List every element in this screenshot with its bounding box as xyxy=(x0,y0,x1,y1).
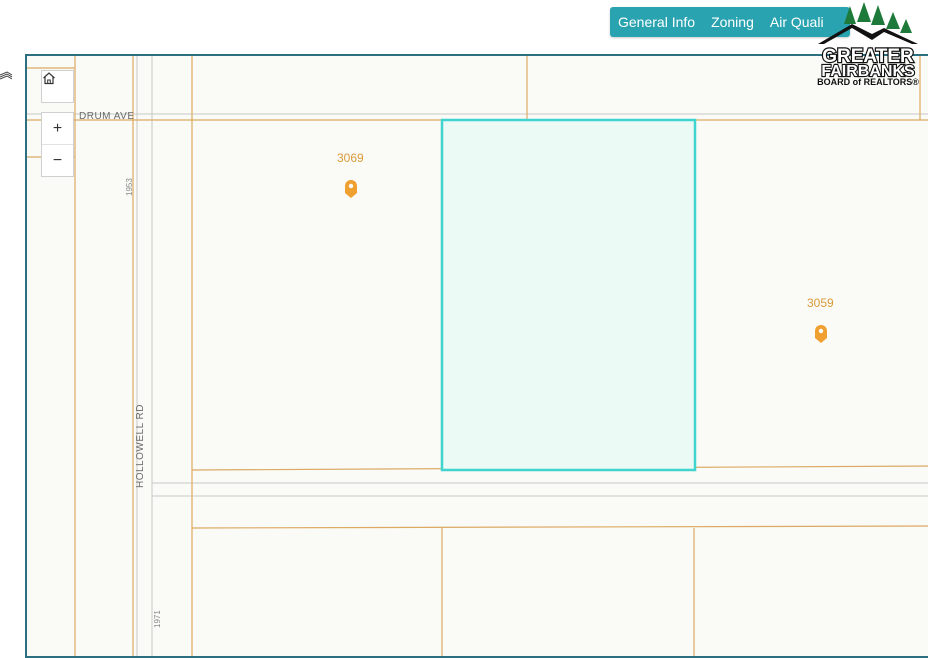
map-pin-icon[interactable] xyxy=(815,325,827,343)
zoom-control: + − xyxy=(41,112,74,177)
lot-label-3059: 3059 xyxy=(807,296,834,310)
parcel-map[interactable]: 3069 3059 DRUM AVE HOLLOWELL RD 1953 197… xyxy=(25,54,928,658)
street-label-drum-ave: DRUM AVE xyxy=(79,111,135,122)
parcel-lines xyxy=(27,56,928,656)
layers-icon[interactable] xyxy=(0,70,12,84)
zoom-in-button[interactable]: + xyxy=(42,113,73,144)
map-pin-icon[interactable] xyxy=(345,180,357,198)
zoom-out-button[interactable]: − xyxy=(42,144,73,176)
home-control xyxy=(41,70,74,103)
street-label-hollowell-rd: HOLLOWELL RD xyxy=(135,404,146,488)
tab-general-info[interactable]: General Info xyxy=(610,14,703,30)
home-icon xyxy=(43,72,55,85)
svg-text:BOARD of REALTORS®: BOARD of REALTORS® xyxy=(817,77,919,87)
home-button[interactable] xyxy=(42,71,73,102)
selected-parcel xyxy=(440,118,697,472)
greater-fairbanks-logo: GREATER FAIRBANKS BOARD of REALTORS® xyxy=(817,2,919,87)
address-number: 1953 xyxy=(125,178,134,196)
address-number: 1971 xyxy=(153,610,162,628)
tab-zoning[interactable]: Zoning xyxy=(703,14,762,30)
lot-label-3069: 3069 xyxy=(337,151,364,165)
